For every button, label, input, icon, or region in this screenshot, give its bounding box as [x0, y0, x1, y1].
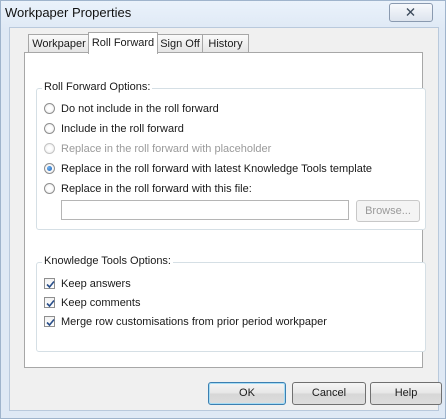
close-icon — [406, 8, 415, 16]
checkmark-icon — [46, 280, 55, 289]
radio-label: Replace in the roll forward with this fi… — [61, 183, 252, 195]
ok-button[interactable]: OK — [208, 382, 286, 405]
window-title: Workpaper Properties — [5, 5, 132, 20]
checkmark-icon — [46, 318, 55, 327]
checkbox[interactable] — [44, 278, 55, 289]
radio-button — [44, 143, 55, 154]
radio-label: Include in the roll forward — [61, 123, 184, 135]
radio-label: Do not include in the roll forward — [61, 103, 219, 115]
checkbox-label: Keep answers — [61, 278, 131, 290]
checkbox-label: Keep comments — [61, 297, 141, 309]
title-bar[interactable]: Workpaper Properties — [1, 1, 445, 25]
checkmark-icon — [46, 299, 55, 308]
help-button[interactable]: Help — [370, 382, 442, 405]
checkbox[interactable] — [44, 316, 55, 327]
tab-workpaper[interactable]: Workpaper — [28, 34, 90, 53]
roll-forward-options-label: Roll Forward Options: — [42, 81, 153, 93]
tab-sign-off[interactable]: Sign Off — [156, 34, 204, 53]
knowledge-tools-options-label: Knowledge Tools Options: — [42, 255, 173, 267]
radio-label: Replace in the roll forward with latest … — [61, 163, 373, 175]
tab-roll-forward[interactable]: Roll Forward — [88, 32, 158, 54]
checkbox-label: Merge row customisations from prior peri… — [61, 316, 327, 328]
file-path-input[interactable] — [61, 200, 349, 220]
radio-button-selected[interactable] — [44, 163, 55, 174]
radio-label: Replace in the roll forward with placeho… — [61, 143, 272, 155]
browse-button: Browse... — [356, 200, 420, 222]
radio-button[interactable] — [44, 103, 55, 114]
radio-button[interactable] — [44, 183, 55, 194]
close-button[interactable] — [389, 3, 433, 22]
checkbox[interactable] — [44, 297, 55, 308]
cancel-button[interactable]: Cancel — [292, 382, 366, 405]
tab-history[interactable]: History — [202, 34, 249, 53]
radio-button[interactable] — [44, 123, 55, 134]
